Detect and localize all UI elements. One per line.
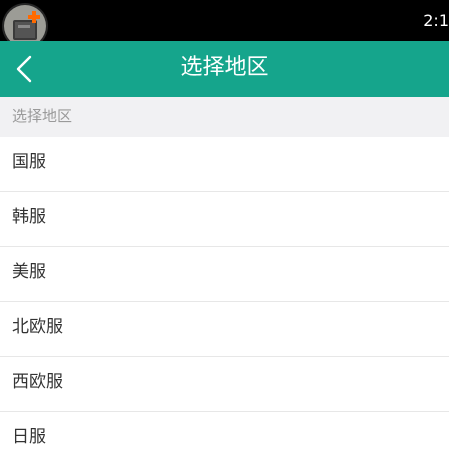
nav-bar: 选择地区 xyxy=(0,41,449,97)
section-header: 选择地区 xyxy=(0,97,449,137)
page-title: 选择地区 xyxy=(180,55,269,80)
region-item-label: 日服 xyxy=(12,427,46,447)
region-item-label: 国服 xyxy=(12,152,46,172)
region-list: 国服 韩服 美服 北欧服 西欧服 日服 xyxy=(0,137,449,466)
region-item-jp[interactable]: 日服 xyxy=(0,412,449,466)
region-item-west-eu[interactable]: 西欧服 xyxy=(0,357,449,412)
region-item-north-eu[interactable]: 北欧服 xyxy=(0,302,449,357)
status-bar: 2:1 xyxy=(0,0,449,41)
status-time: 2:1 xyxy=(423,11,449,30)
region-item-kr[interactable]: 韩服 xyxy=(0,192,449,247)
region-item-label: 美服 xyxy=(12,262,46,282)
region-item-us[interactable]: 美服 xyxy=(0,247,449,302)
region-item-label: 西欧服 xyxy=(12,372,63,392)
section-header-label: 选择地区 xyxy=(12,107,73,125)
region-item-label: 韩服 xyxy=(12,207,46,227)
plus-icon xyxy=(28,11,40,23)
region-item-label: 北欧服 xyxy=(12,317,63,337)
region-item-cn[interactable]: 国服 xyxy=(0,137,449,192)
document-icon xyxy=(13,20,37,40)
